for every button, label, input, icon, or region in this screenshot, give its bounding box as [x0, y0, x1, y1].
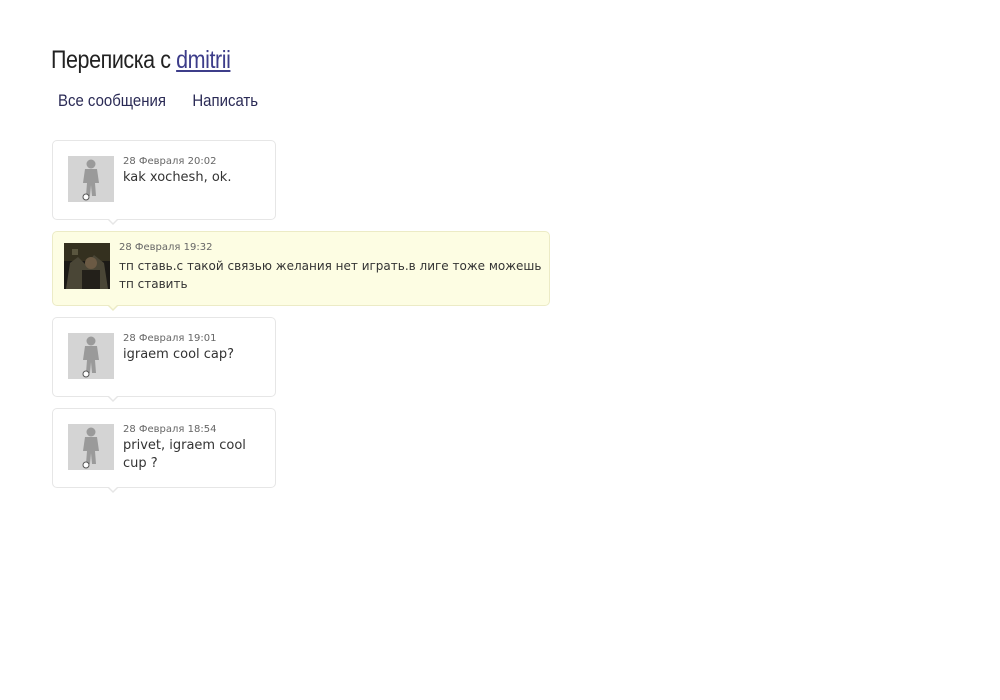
default-avatar-icon[interactable] — [68, 156, 114, 202]
message-text: тп ставь.с такой связью желания нет игра… — [119, 259, 542, 291]
message-date: 28 Февраля 19:01 — [123, 333, 217, 344]
bubble-tail — [107, 218, 119, 225]
message-nav: Все сообщения Написать — [58, 91, 258, 111]
bubble-tail — [107, 304, 119, 311]
bubble-tail — [107, 395, 119, 402]
message-date: 28 Февраля 19:32 — [119, 242, 213, 253]
all-messages-link[interactable]: Все сообщения — [58, 91, 166, 110]
default-avatar-icon[interactable] — [68, 424, 114, 470]
message-date: 28 Февраля 20:02 — [123, 156, 217, 167]
message-item: 28 Февраля 19:32 тп ставь.с такой связью… — [52, 231, 550, 311]
message-text: privet, igraem cool cup ? — [123, 438, 246, 471]
message-date: 28 Февраля 18:54 — [123, 424, 217, 435]
page-title-prefix: Переписка с — [51, 46, 171, 74]
message-text: igraem cool cap? — [123, 347, 235, 362]
message-item: 28 Февраля 18:54 privet, igraem cool cup… — [52, 408, 276, 493]
message-text: kak xochesh, ok. — [123, 170, 232, 185]
default-avatar-icon[interactable] — [68, 333, 114, 379]
message-item: 28 Февраля 19:01 igraem cool cap? — [52, 317, 276, 402]
message-item: 28 Февраля 20:02 kak xochesh, ok. — [52, 140, 276, 225]
username-link[interactable]: dmitrii — [176, 46, 231, 74]
page-title: Переписка с dmitrii — [51, 46, 231, 75]
user-photo-avatar[interactable] — [64, 243, 110, 289]
write-message-link[interactable]: Написать — [192, 91, 258, 110]
bubble-tail — [107, 486, 119, 493]
